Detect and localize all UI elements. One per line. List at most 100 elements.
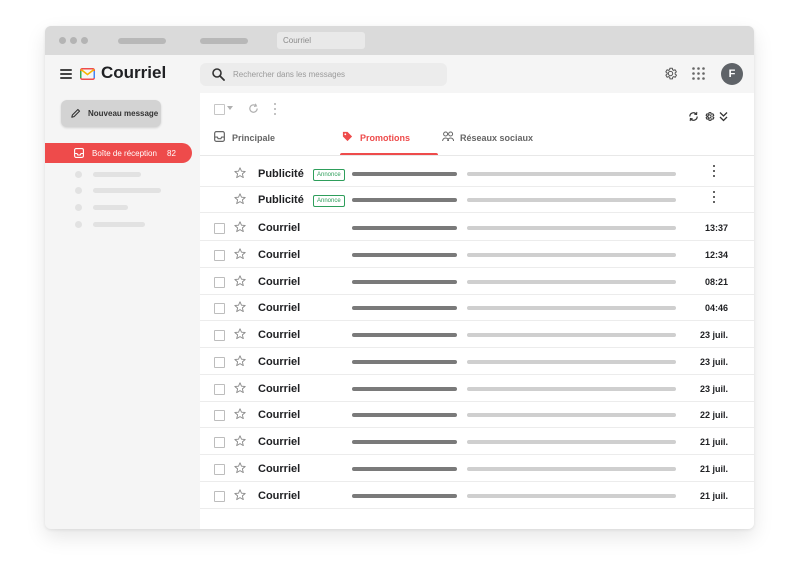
- search-icon[interactable]: [212, 68, 225, 81]
- window-dot[interactable]: [59, 37, 66, 44]
- sender-name: Publicité: [258, 194, 304, 206]
- star-icon[interactable]: [234, 248, 246, 260]
- email-time: 04:46: [704, 303, 728, 313]
- row-checkbox[interactable]: [214, 223, 225, 234]
- tab-principale[interactable]: Principale: [214, 127, 294, 155]
- email-time: 21 juil.: [699, 491, 728, 501]
- menu-icon[interactable]: [60, 69, 72, 79]
- star-icon[interactable]: [234, 221, 246, 233]
- row-checkbox[interactable]: [214, 303, 225, 314]
- row-checkbox[interactable]: [214, 464, 225, 475]
- row-checkbox[interactable]: [214, 491, 225, 502]
- more-vert-icon[interactable]: [712, 191, 716, 205]
- ad-row[interactable]: Publicité Annonce: [200, 186, 754, 213]
- row-checkbox[interactable]: [214, 410, 225, 421]
- subject-placeholder: [352, 333, 457, 337]
- star-icon[interactable]: [234, 489, 246, 501]
- refresh-icon[interactable]: [248, 103, 259, 114]
- compose-button[interactable]: Nouveau message: [61, 100, 161, 127]
- subject-placeholder: [352, 387, 457, 391]
- subject-placeholder: [352, 306, 457, 310]
- chevron-down-icon[interactable]: [227, 106, 233, 110]
- email-row[interactable]: Courriel 08:21: [200, 268, 754, 295]
- people-icon: [442, 131, 454, 142]
- email-row[interactable]: Courriel 13:37: [200, 214, 754, 241]
- email-row[interactable]: Courriel 23 juil.: [200, 321, 754, 348]
- star-icon[interactable]: [234, 408, 246, 420]
- star-icon[interactable]: [234, 382, 246, 394]
- email-row[interactable]: Courriel 12:34: [200, 241, 754, 268]
- sender-name: Courriel: [258, 490, 301, 502]
- row-checkbox[interactable]: [214, 250, 225, 261]
- email-time: 23 juil.: [699, 330, 728, 340]
- sidebar-placeholder-dot: [75, 204, 82, 211]
- star-icon[interactable]: [234, 328, 246, 340]
- email-time: 21 juil.: [699, 437, 728, 447]
- mail-logo-icon: [80, 67, 95, 85]
- search-input[interactable]: Rechercher dans les messages: [200, 63, 447, 86]
- email-row[interactable]: Courriel 23 juil.: [200, 348, 754, 375]
- avatar[interactable]: F: [721, 63, 743, 85]
- ad-row[interactable]: Publicité Annonce: [200, 160, 754, 187]
- email-row[interactable]: Courriel 21 juil.: [200, 428, 754, 455]
- sidebar-placeholder-item[interactable]: [93, 172, 141, 177]
- snippet-placeholder: [467, 226, 676, 230]
- email-row[interactable]: Courriel 21 juil.: [200, 455, 754, 482]
- window-dot[interactable]: [70, 37, 77, 44]
- subject-placeholder: [352, 198, 457, 202]
- row-checkbox[interactable]: [214, 330, 225, 341]
- ad-badge: Annonce: [313, 195, 345, 207]
- email-row[interactable]: Courriel 21 juil.: [200, 482, 754, 509]
- sidebar-item-inbox[interactable]: Boîte de réception 82: [45, 143, 192, 163]
- subject-placeholder: [352, 172, 457, 176]
- email-time: 21 juil.: [699, 464, 728, 474]
- tab-label: Principale: [232, 133, 276, 143]
- star-icon[interactable]: [234, 193, 246, 205]
- email-row[interactable]: Courriel 22 juil.: [200, 401, 754, 428]
- select-all-checkbox[interactable]: [214, 104, 225, 115]
- row-checkbox[interactable]: [214, 384, 225, 395]
- star-icon[interactable]: [234, 275, 246, 287]
- sync-icon[interactable]: [688, 111, 699, 122]
- unread-count: 82: [167, 149, 176, 158]
- sender-name: Courriel: [258, 302, 301, 314]
- settings-icon[interactable]: [704, 111, 715, 122]
- star-icon[interactable]: [234, 167, 246, 179]
- row-checkbox[interactable]: [214, 437, 225, 448]
- sender-name: Courriel: [258, 276, 301, 288]
- window-dot[interactable]: [81, 37, 88, 44]
- tab-reseaux-sociaux[interactable]: Réseaux sociaux: [442, 127, 542, 155]
- double-chevron-down-icon[interactable]: [719, 111, 728, 122]
- settings-icon[interactable]: [663, 66, 678, 81]
- email-time: 08:21: [704, 277, 728, 287]
- star-icon[interactable]: [234, 301, 246, 313]
- sidebar-placeholder-item[interactable]: [93, 205, 128, 210]
- email-row[interactable]: Courriel 23 juil.: [200, 375, 754, 402]
- tab-promotions[interactable]: Promotions: [340, 127, 438, 156]
- more-vert-icon[interactable]: [274, 103, 277, 115]
- subject-placeholder: [352, 253, 457, 257]
- more-vert-icon[interactable]: [712, 165, 716, 179]
- sidebar-placeholder-dot: [75, 171, 82, 178]
- email-time: 23 juil.: [699, 384, 728, 394]
- star-icon[interactable]: [234, 462, 246, 474]
- sidebar-placeholder-item[interactable]: [93, 222, 145, 227]
- subject-placeholder: [352, 494, 457, 498]
- star-icon[interactable]: [234, 435, 246, 447]
- snippet-placeholder: [467, 467, 676, 471]
- star-icon[interactable]: [234, 355, 246, 367]
- sidebar-placeholder-item[interactable]: [93, 188, 161, 193]
- row-checkbox[interactable]: [214, 277, 225, 288]
- subject-placeholder: [352, 467, 457, 471]
- email-time: 22 juil.: [699, 410, 728, 420]
- snippet-placeholder: [467, 387, 676, 391]
- email-time: 13:37: [704, 223, 728, 233]
- email-time: 23 juil.: [699, 357, 728, 367]
- snippet-placeholder: [467, 306, 676, 310]
- tag-icon: [342, 131, 353, 142]
- email-row[interactable]: Courriel 04:46: [200, 294, 754, 321]
- app-title: Courriel: [101, 63, 167, 82]
- browser-tab[interactable]: Courriel: [277, 32, 365, 49]
- row-checkbox[interactable]: [214, 357, 225, 368]
- apps-grid-icon[interactable]: [692, 67, 705, 80]
